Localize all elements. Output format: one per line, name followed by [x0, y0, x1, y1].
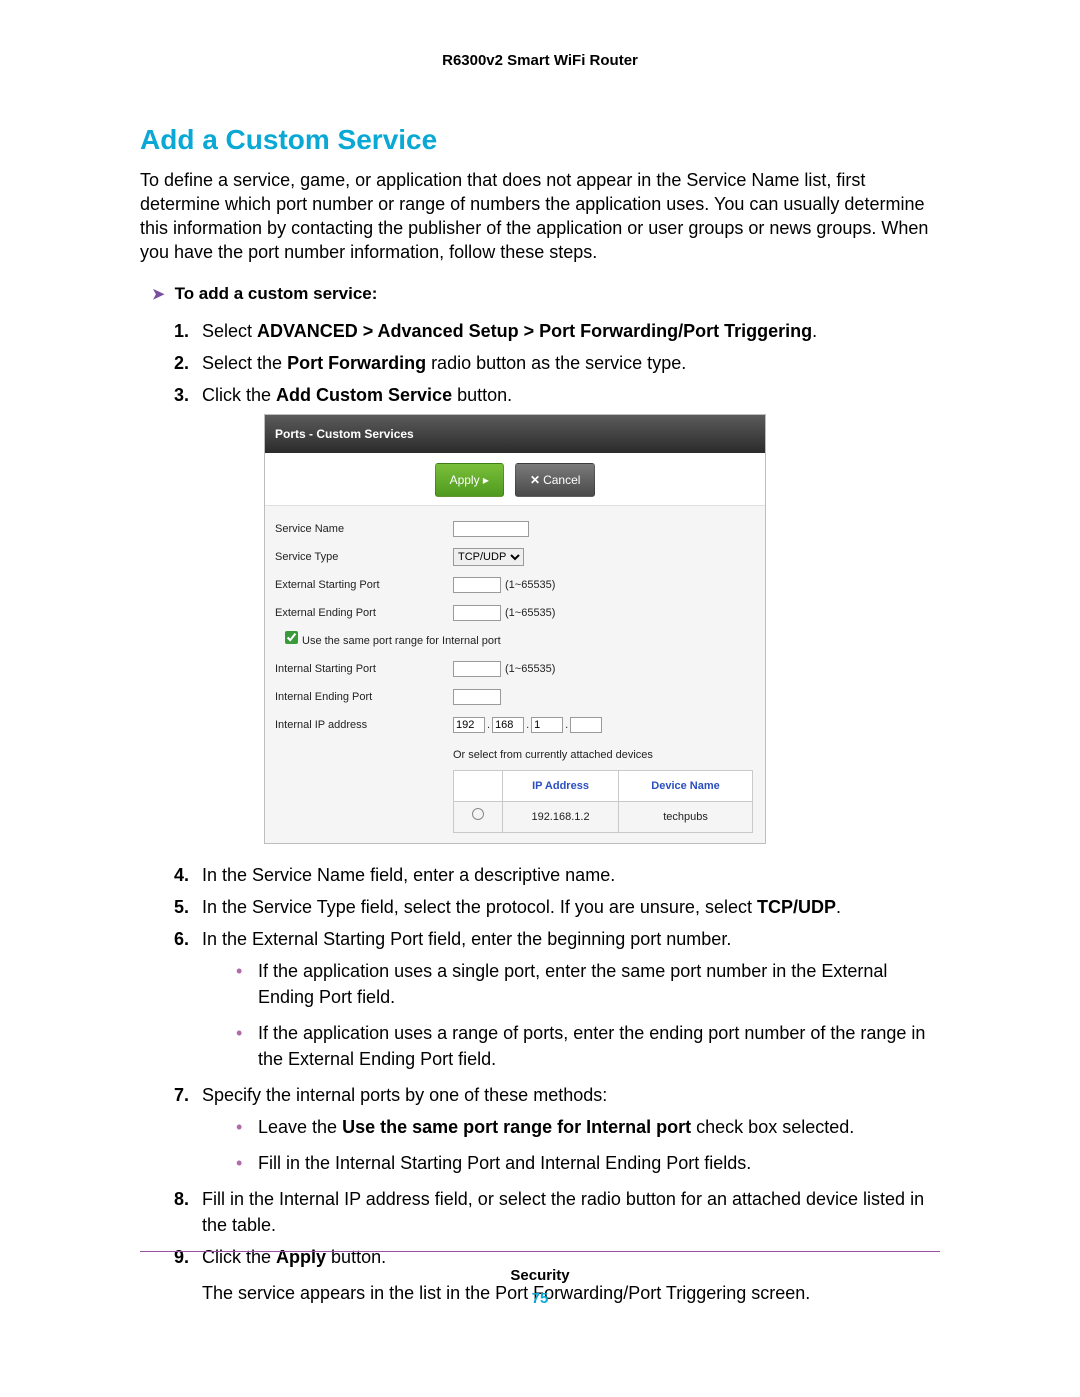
step-text: .	[812, 321, 817, 341]
cancel-label: Cancel	[543, 473, 580, 487]
bullet-text: check box selected.	[691, 1117, 854, 1137]
close-icon: ✕	[530, 473, 540, 487]
step-2: 2. Select the Port Forwarding radio butt…	[174, 350, 940, 376]
apply-button[interactable]: Apply ▸	[435, 463, 504, 497]
device-select-radio[interactable]	[472, 808, 484, 820]
step-7: 7.Specify the internal ports by one of t…	[174, 1082, 940, 1176]
label-service-name: Service Name	[275, 516, 453, 542]
chevron-right-icon: ➤	[152, 286, 165, 303]
step-text: In the Service Type field, select the pr…	[202, 897, 757, 917]
table-header-ip: IP Address	[503, 771, 619, 802]
label-external-starting-port: External Starting Port	[275, 572, 453, 598]
label-external-ending-port: External Ending Port	[275, 600, 453, 626]
step-4: 4.In the Service Name field, enter a des…	[174, 862, 940, 888]
step-text: button.	[452, 385, 512, 405]
panel-titlebar: Ports - Custom Services	[265, 415, 765, 453]
step-1: 1. Select ADVANCED > Advanced Setup > Po…	[174, 318, 940, 344]
step-text: Fill in the Internal IP address field, o…	[202, 1189, 924, 1235]
port-range-hint: (1~65535)	[505, 607, 555, 619]
label-internal-ending-port: Internal Ending Port	[275, 684, 453, 710]
use-same-port-checkbox[interactable]	[285, 631, 298, 644]
bullet-item: If the application uses a single port, e…	[236, 958, 940, 1010]
bullet-item: Fill in the Internal Starting Port and I…	[236, 1150, 940, 1176]
table-header-device: Device Name	[619, 771, 753, 802]
port-range-hint: (1~65535)	[505, 663, 555, 675]
bullet-text: Leave the	[258, 1117, 342, 1137]
cell-device-name: techpubs	[619, 802, 753, 833]
use-same-label: Use the same port range for Internal por…	[302, 635, 501, 647]
cancel-button[interactable]: ✕Cancel	[515, 463, 595, 497]
ports-custom-services-panel: Ports - Custom Services Apply ▸ ✕Cancel …	[264, 414, 766, 844]
page-footer: Security 75	[140, 1251, 940, 1307]
ip-octet-1-input[interactable]	[453, 717, 485, 733]
service-name-input[interactable]	[453, 521, 529, 537]
page-header: R6300v2 Smart WiFi Router	[0, 0, 1080, 69]
step-text: In the External Starting Port field, ent…	[202, 929, 731, 949]
step-bold: Port Forwarding	[287, 353, 426, 373]
label-internal-starting-port: Internal Starting Port	[275, 656, 453, 682]
step-text: Specify the internal ports by one of the…	[202, 1085, 607, 1105]
bullet-bold: Use the same port range for Internal por…	[342, 1117, 691, 1137]
service-type-select[interactable]: TCP/UDP	[453, 548, 524, 566]
table-row: 192.168.1.2 techpubs	[454, 802, 753, 833]
step-text: Select	[202, 321, 257, 341]
use-same-port-row: Use the same port range for Internal por…	[275, 628, 501, 654]
or-select-label: Or select from currently attached device…	[453, 742, 755, 768]
ip-octet-2-input[interactable]	[492, 717, 524, 733]
panel-button-row: Apply ▸ ✕Cancel	[265, 453, 765, 506]
bullet-item: Leave the Use the same port range for In…	[236, 1114, 940, 1140]
port-range-hint: (1~65535)	[505, 579, 555, 591]
attached-devices-table: IP Address Device Name 192.168.1.2 techp…	[453, 770, 753, 833]
internal-ending-port-input[interactable]	[453, 689, 501, 705]
step-bold: Add Custom Service	[276, 385, 452, 405]
procedure-heading-text: To add a custom service:	[175, 284, 378, 303]
table-header-select	[454, 771, 503, 802]
step-7-bullets: Leave the Use the same port range for In…	[236, 1114, 940, 1176]
step-text: .	[836, 897, 841, 917]
ip-octet-3-input[interactable]	[531, 717, 563, 733]
footer-section: Security	[140, 1267, 940, 1284]
form-area: Service Name Service Type TCP/UDP	[265, 506, 765, 843]
procedure-heading: ➤ To add a custom service:	[152, 284, 940, 304]
step-text: radio button as the service type.	[426, 353, 686, 373]
step-6-bullets: If the application uses a single port, e…	[236, 958, 940, 1072]
ip-octet-4-input[interactable]	[570, 717, 602, 733]
footer-divider	[140, 1251, 940, 1253]
content: Add a Custom Service To define a service…	[140, 124, 940, 1306]
step-text: Select the	[202, 353, 287, 373]
step-3: 3. Click the Add Custom Service button. …	[174, 382, 940, 844]
step-bold: TCP/UDP	[757, 897, 836, 917]
step-text: Click the	[202, 385, 276, 405]
internal-starting-port-input[interactable]	[453, 661, 501, 677]
step-5: 5. In the Service Type field, select the…	[174, 894, 940, 920]
page-number: 75	[140, 1290, 940, 1307]
intro-paragraph: To define a service, game, or applicatio…	[140, 168, 940, 264]
external-ending-port-input[interactable]	[453, 605, 501, 621]
embedded-screenshot: Ports - Custom Services Apply ▸ ✕Cancel …	[264, 414, 940, 844]
label-internal-ip: Internal IP address	[275, 712, 453, 738]
label-service-type: Service Type	[275, 544, 453, 570]
steps-list: 1. Select ADVANCED > Advanced Setup > Po…	[174, 318, 940, 1306]
bullet-item: If the application uses a range of ports…	[236, 1020, 940, 1072]
step-bold: ADVANCED > Advanced Setup > Port Forward…	[257, 321, 812, 341]
cell-ip: 192.168.1.2	[503, 802, 619, 833]
section-title: Add a Custom Service	[140, 124, 940, 156]
step-text: In the Service Name field, enter a descr…	[202, 865, 615, 885]
external-starting-port-input[interactable]	[453, 577, 501, 593]
step-8: 8.Fill in the Internal IP address field,…	[174, 1186, 940, 1238]
step-6: 6.In the External Starting Port field, e…	[174, 926, 940, 1072]
